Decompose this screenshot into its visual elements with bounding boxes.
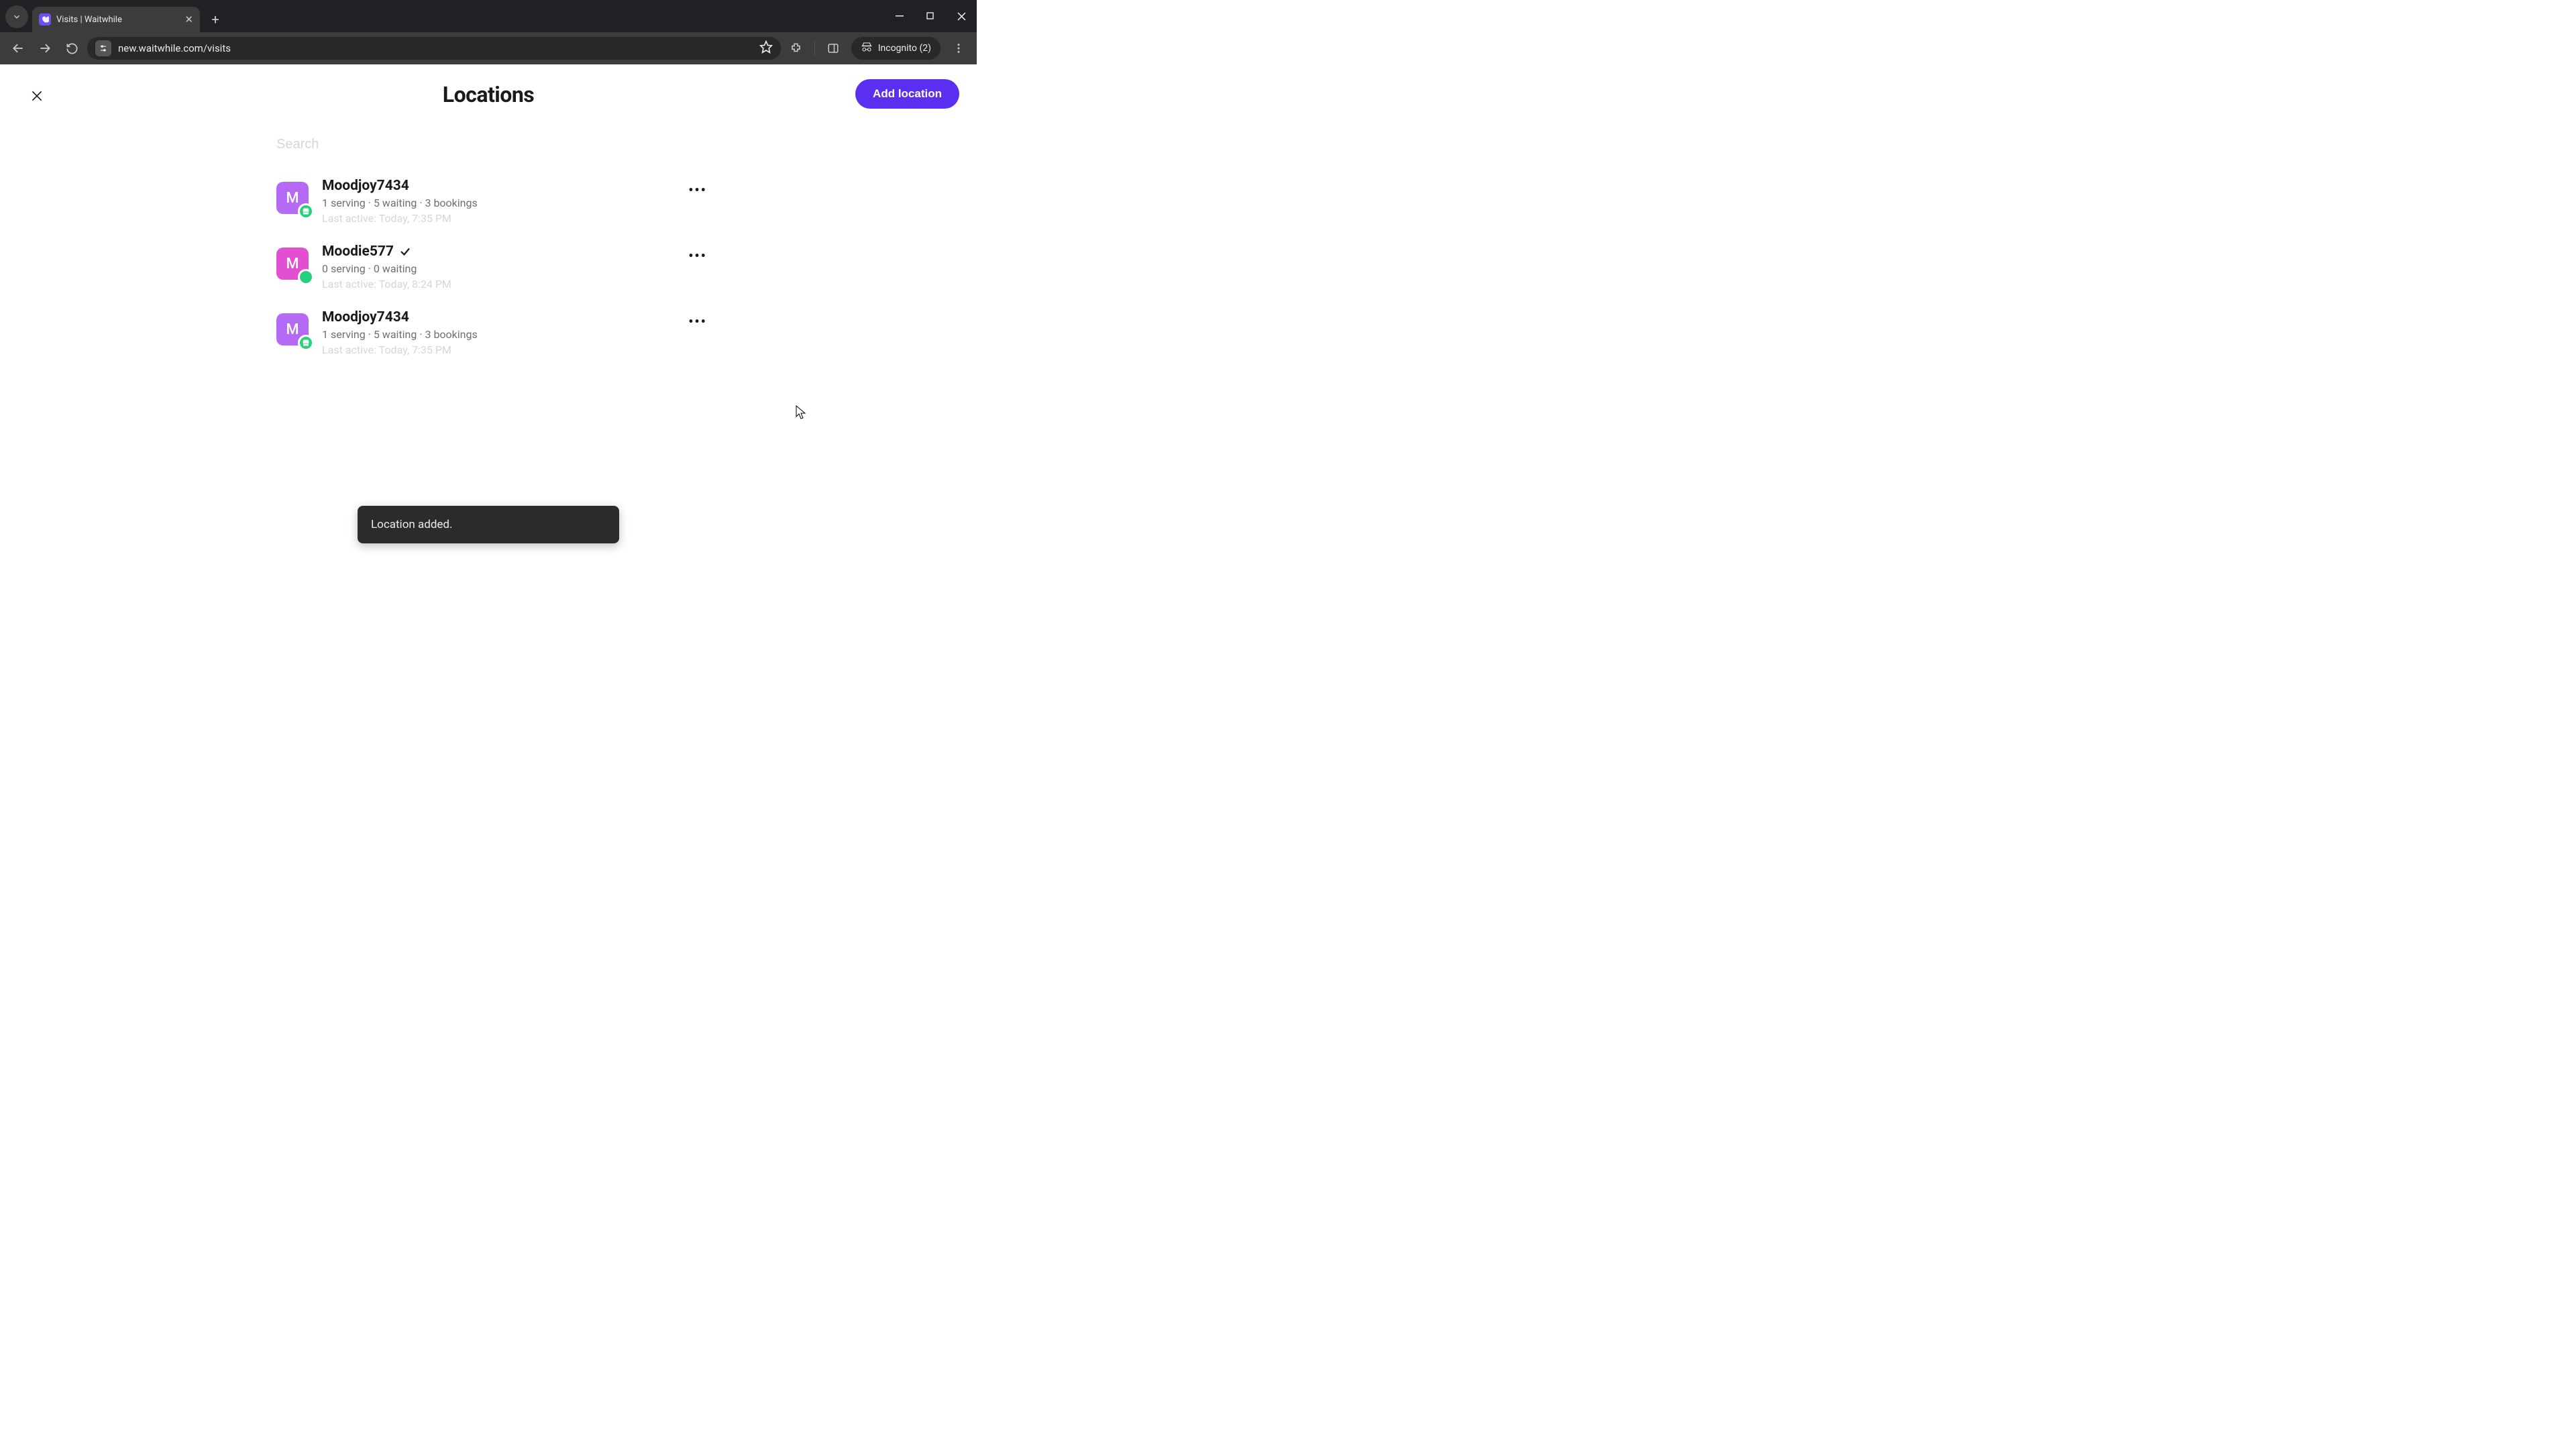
location-name: Moodjoy7434 [322,178,409,194]
location-name: Moodjoy7434 [322,309,409,325]
location-menu-button[interactable]: ••• [686,244,710,268]
close-window-button[interactable] [946,0,977,32]
page: Locations Add location M Moodjoy7434 1 s… [0,64,977,547]
location-name-row: Moodjoy7434 [322,178,700,194]
search-input[interactable] [274,125,703,164]
back-button[interactable] [7,37,30,60]
toast-message: Location added. [371,518,453,531]
status-badge [298,269,314,285]
content: M Moodjoy7434 1 serving · 5 waiting · 3 … [274,125,703,366]
search-tabs-button[interactable] [5,5,28,28]
forward-button[interactable] [34,37,56,60]
incognito-icon [861,41,873,56]
location-name-row: Moodie577 [322,244,700,260]
cursor-icon [796,405,806,420]
reload-button[interactable] [60,37,83,60]
location-list: M Moodjoy7434 1 serving · 5 waiting · 3 … [274,168,703,366]
window-controls [884,0,977,32]
site-controls-icon[interactable] [95,40,111,56]
browser-tab[interactable]: Visits | Waitwhile ✕ [32,7,200,32]
tab-title: Visits | Waitwhile [56,15,122,25]
location-item[interactable]: M Moodjoy7434 1 serving · 5 waiting · 3 … [274,168,703,234]
check-icon [399,246,411,258]
location-last-active: Last active: Today, 7:35 PM [322,343,700,356]
page-header: Locations Add location [0,64,977,125]
location-name: Moodie577 [322,244,394,260]
location-stats: 0 serving · 0 waiting [322,262,700,275]
new-tab-button[interactable]: + [205,9,225,30]
avatar-wrap: M [276,248,309,280]
browser-titlebar: Visits | Waitwhile ✕ + [0,0,977,32]
page-title: Locations [443,82,534,107]
avatar-wrap: M [276,182,309,214]
sidepanel-icon[interactable] [822,37,845,60]
location-text: Moodie577 0 serving · 0 waiting Last act… [322,244,700,290]
location-stats: 1 serving · 5 waiting · 3 bookings [322,197,700,209]
favicon-icon [39,13,51,25]
location-menu-button[interactable]: ••• [686,309,710,333]
location-last-active: Last active: Today, 7:35 PM [322,212,700,225]
location-name-row: Moodjoy7434 [322,309,700,325]
location-item[interactable]: M Moodjoy7434 1 serving · 5 waiting · 3 … [274,300,703,366]
avatar-wrap: M [276,313,309,345]
status-badge [298,335,314,351]
status-badge [298,203,314,219]
toast: Location added. [358,506,619,543]
url-field[interactable]: new.waitwhile.com/visits [87,37,781,60]
incognito-indicator[interactable]: Incognito (2) [851,37,941,60]
location-last-active: Last active: Today, 8:24 PM [322,278,700,290]
divider [814,41,815,56]
search-row [274,125,703,164]
incognito-label: Incognito (2) [878,43,931,54]
location-stats: 1 serving · 5 waiting · 3 bookings [322,328,700,341]
extensions-icon[interactable] [785,37,808,60]
close-tab-icon[interactable]: ✕ [184,13,193,25]
browser-address-bar: new.waitwhile.com/visits Incognito (2) [0,32,977,64]
minimize-button[interactable] [884,0,915,32]
location-item[interactable]: M Moodie577 0 serving · 0 waiting Last a… [274,234,703,300]
url-text: new.waitwhile.com/visits [118,42,231,54]
location-text: Moodjoy7434 1 serving · 5 waiting · 3 bo… [322,178,700,225]
add-location-button[interactable]: Add location [855,79,959,109]
close-page-button[interactable] [27,86,47,106]
maximize-button[interactable] [915,0,946,32]
location-text: Moodjoy7434 1 serving · 5 waiting · 3 bo… [322,309,700,356]
bookmark-star-icon[interactable] [759,40,773,56]
location-menu-button[interactable]: ••• [686,178,710,202]
browser-menu-icon[interactable] [947,37,970,60]
